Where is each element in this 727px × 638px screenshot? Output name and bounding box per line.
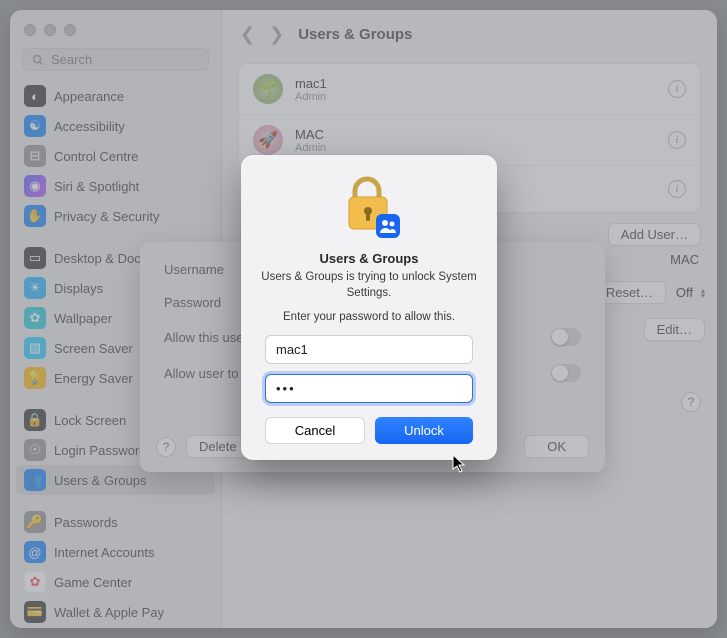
page-title: Users & Groups (298, 26, 412, 43)
close-icon[interactable] (24, 24, 36, 36)
screen-saver-icon: ▧ (24, 337, 46, 359)
add-user-button[interactable]: Add User… (608, 223, 701, 246)
sidebar-item-label: Appearance (54, 89, 124, 104)
users-badge-icon (375, 213, 401, 239)
accessibility-icon: ☯ (24, 115, 46, 137)
forward-button[interactable]: ❯ (269, 24, 284, 45)
search-input[interactable] (45, 52, 200, 67)
fingerprint-icon: ☉ (24, 439, 46, 461)
zoom-icon[interactable] (64, 24, 76, 36)
sidebar-item-label: Accessibility (54, 119, 125, 134)
label: Username (164, 262, 244, 277)
user-name: mac1 (295, 76, 327, 91)
sidebar-item-accessibility[interactable]: ☯ Accessibility (10, 111, 221, 141)
username-value-peek: MAC (670, 252, 699, 267)
sidebar-item-privacy-security[interactable]: ✋ Privacy & Security (10, 201, 221, 231)
key-icon: 🔑 (24, 511, 46, 533)
help-button[interactable]: ? (681, 392, 701, 412)
sidebar-item-label: Users & Groups (54, 473, 146, 488)
sidebar-item-label: Displays (54, 281, 103, 296)
wallpaper-icon: ✿ (24, 307, 46, 329)
help-button[interactable]: ? (156, 437, 176, 457)
sidebar-item-game-center[interactable]: ✿ Game Center (10, 567, 221, 597)
lock-screen-icon: 🔒 (24, 409, 46, 431)
toggle-switch[interactable] (551, 328, 581, 346)
sidebar-item-label: Desktop & Dock (54, 251, 147, 266)
sidebar-item-label: Wallet & Apple Pay (54, 605, 164, 620)
info-icon[interactable]: i (668, 131, 686, 149)
sidebar-item-label: Lock Screen (54, 413, 126, 428)
label: Allow this user (164, 330, 248, 345)
user-role: Admin (295, 142, 326, 154)
sidebar-item-passwords[interactable]: 🔑 Passwords (10, 507, 221, 537)
info-icon[interactable]: i (668, 80, 686, 98)
avatar: 🌱 (253, 74, 283, 104)
sidebar-item-label: Siri & Spotlight (54, 179, 139, 194)
ok-button[interactable]: OK (524, 435, 589, 458)
label: Password (164, 295, 244, 310)
wallet-icon: 💳 (24, 601, 46, 623)
off-autologin[interactable]: Off▴▾ (676, 285, 705, 300)
sidebar-item-label: Wallpaper (54, 311, 112, 326)
at-icon: @ (24, 541, 46, 563)
background-edge-controls: MAC Reset… Off▴▾ Edit… (593, 252, 705, 341)
user-role: Admin (295, 91, 327, 103)
sidebar-item-wallet-apple-pay[interactable]: 💳 Wallet & Apple Pay (10, 597, 221, 627)
sidebar-item-label: Internet Accounts (54, 545, 154, 560)
siri-icon: ◉ (24, 175, 46, 197)
sidebar-item-label: Energy Saver (54, 371, 133, 386)
sidebar-item-appearance[interactable]: ◐ Appearance (10, 81, 221, 111)
dialog-title: Users & Groups (320, 251, 419, 266)
sidebar-item-control-centre[interactable]: ⊟ Control Centre (10, 141, 221, 171)
back-button[interactable]: ❮ (240, 24, 255, 45)
titlebar: ❮ ❯ Users & Groups (222, 10, 717, 57)
toggle-switch[interactable] (551, 364, 581, 382)
sidebar-item-label: Privacy & Security (54, 209, 159, 224)
window-traffic-lights[interactable] (10, 14, 221, 44)
auth-dialog: Users & Groups Users & Groups is trying … (241, 155, 497, 460)
minimize-icon[interactable] (44, 24, 56, 36)
unlock-button[interactable]: Unlock (375, 417, 473, 444)
sidebar-item-label: Passwords (54, 515, 118, 530)
label: Allow user to (164, 366, 238, 381)
search-icon (31, 53, 45, 67)
control-centre-icon: ⊟ (24, 145, 46, 167)
sidebar-item-label: Login Password (54, 443, 147, 458)
user-name: MAC (295, 127, 326, 142)
dialog-message: Users & Groups is trying to unlock Syste… (257, 270, 481, 301)
user-meta: MAC Admin (295, 127, 326, 154)
displays-icon: ☀ (24, 277, 46, 299)
game-center-icon: ✿ (24, 571, 46, 593)
avatar: 🚀 (253, 125, 283, 155)
lock-icon (339, 173, 399, 237)
edit-button[interactable]: Edit… (644, 318, 705, 341)
search-field[interactable] (22, 48, 209, 71)
user-row[interactable]: 🌱 mac1 Admin i (239, 64, 700, 115)
appearance-icon: ◐ (24, 85, 46, 107)
dock-icon: ▭ (24, 247, 46, 269)
cancel-button[interactable]: Cancel (265, 417, 365, 444)
energy-icon: 💡 (24, 367, 46, 389)
sidebar-item-label: Game Center (54, 575, 132, 590)
users-icon: 👥 (24, 469, 46, 491)
hand-icon: ✋ (24, 205, 46, 227)
sidebar-item-internet-accounts[interactable]: @ Internet Accounts (10, 537, 221, 567)
info-icon[interactable]: i (668, 180, 686, 198)
user-meta: mac1 Admin (295, 76, 327, 103)
username-input[interactable] (265, 335, 473, 364)
sidebar-item-label: Screen Saver (54, 341, 133, 356)
password-input[interactable] (265, 374, 473, 403)
sidebar-item-siri-spotlight[interactable]: ◉ Siri & Spotlight (10, 171, 221, 201)
dialog-subtext: Enter your password to allow this. (283, 311, 455, 323)
sidebar-item-label: Control Centre (54, 149, 139, 164)
